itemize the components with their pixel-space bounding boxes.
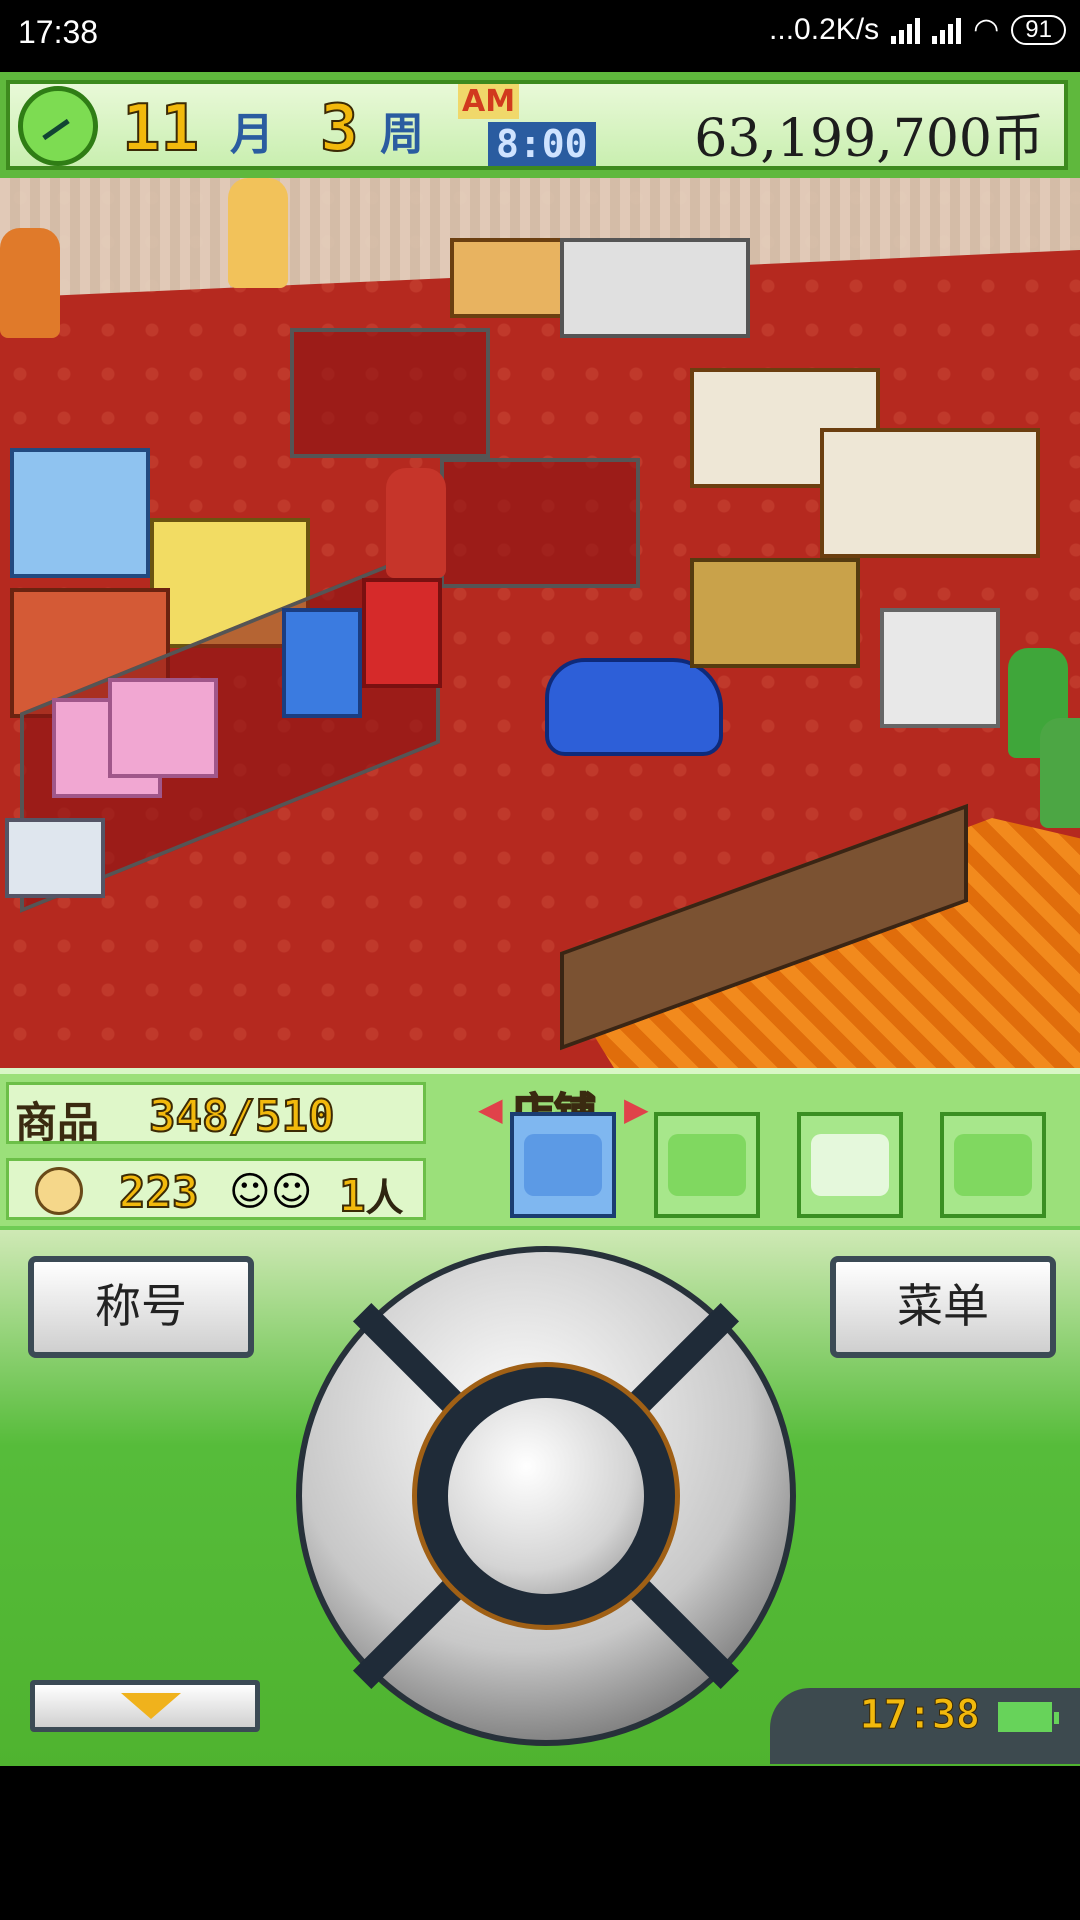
status-bar: 17:38 ...0.2K/s ◠ 91 <box>0 0 1080 72</box>
signal-icon <box>891 16 921 44</box>
fans-count: 223 <box>118 1166 199 1219</box>
chat-icon <box>811 1134 889 1196</box>
photo-booth-2[interactable] <box>108 678 218 778</box>
hud-clock: 8:00 <box>488 122 596 166</box>
trophy-display-2[interactable] <box>820 428 1040 558</box>
clock-icon[interactable] <box>18 86 98 166</box>
shop-icon <box>524 1134 602 1196</box>
fans-row: 223 ☺☺ 1人 <box>6 1158 426 1223</box>
people-count: 1人 <box>338 1170 404 1223</box>
goods-row: 商品 348/510 <box>6 1082 426 1147</box>
menu-button[interactable]: 菜单 <box>830 1256 1056 1358</box>
hud-month: 11 <box>121 91 200 167</box>
goods-count: 348/510 <box>148 1090 335 1143</box>
vending-machine-red[interactable] <box>362 578 442 688</box>
customer-sprite[interactable] <box>0 228 60 338</box>
triangle-down-icon <box>121 1693 181 1719</box>
top-hud: 11 月 3 周 AM 8:00 63,199,700币 <box>0 72 1080 178</box>
pad-clock: 17:38 <box>859 1692 980 1739</box>
bottom-bar <box>0 1766 1080 1920</box>
title-button[interactable]: 称号 <box>28 1256 254 1358</box>
map-icon <box>954 1134 1032 1196</box>
goods-box[interactable] <box>5 818 105 898</box>
tab-map[interactable] <box>940 1112 1046 1218</box>
store-scene[interactable] <box>0 178 1080 1068</box>
wifi-icon: ◠ <box>973 13 1000 46</box>
figure-display[interactable] <box>690 558 860 668</box>
tab-money[interactable] <box>654 1112 760 1218</box>
shelf-cds-2[interactable] <box>440 458 640 588</box>
battery-icon: 91 <box>1011 14 1066 45</box>
hud-week: 3 <box>319 91 360 167</box>
customer-sprite[interactable] <box>228 178 288 288</box>
car-display[interactable] <box>545 658 723 756</box>
tab-left-arrow-icon[interactable]: ◀ <box>478 1090 503 1128</box>
drink-boxes[interactable] <box>10 448 150 578</box>
money-counter: 63,199,700币 <box>694 109 1044 169</box>
staff-sprite[interactable] <box>1040 718 1080 828</box>
network-speed: ...0.2K/s <box>769 12 880 46</box>
dpad[interactable] <box>296 1246 796 1746</box>
tab-shop[interactable] <box>510 1112 616 1218</box>
status-time: 17:38 <box>18 14 99 50</box>
hud-ampm: AM <box>458 84 520 119</box>
dpad-center-button[interactable] <box>448 1398 644 1594</box>
battery-icon <box>998 1702 1059 1732</box>
hud-week-unit: 周 <box>380 109 424 160</box>
people-icon: ☺☺ <box>229 1169 313 1215</box>
money-icon <box>668 1134 746 1196</box>
smiley-face-icon <box>35 1167 83 1215</box>
collapse-button[interactable] <box>30 1680 260 1732</box>
hud-month-unit: 月 <box>230 109 274 160</box>
hud-panel: 11 月 3 周 AM 8:00 63,199,700币 <box>6 80 1068 170</box>
vending-machine-blue[interactable] <box>282 608 362 718</box>
signal-icon-2 <box>932 16 962 44</box>
cash-register[interactable] <box>880 608 1000 728</box>
status-right: ...0.2K/s ◠ 91 <box>769 12 1066 47</box>
tab-right-arrow-icon[interactable]: ▶ <box>624 1090 649 1128</box>
shelf-cds[interactable] <box>290 328 490 458</box>
goods-label: 商品 <box>15 1098 100 1147</box>
king-customer-sprite[interactable] <box>386 468 446 578</box>
tab-chat[interactable] <box>797 1112 903 1218</box>
appliance-shelf[interactable] <box>560 238 750 338</box>
people-unit: 人 <box>365 1176 404 1220</box>
